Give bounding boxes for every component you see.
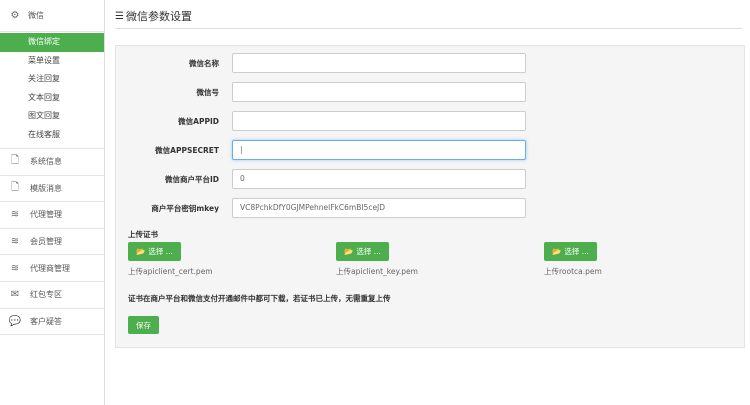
sidebar-item-template-message[interactable]: 🗋 模版消息 xyxy=(0,176,104,203)
upload-key-button[interactable]: 📂 选择 ... xyxy=(336,242,389,261)
sidebar-submenu: 微信绑定 菜单设置 关注回复 文本回复 图文回复 在线客服 xyxy=(0,32,104,149)
button-label: 选择 ... xyxy=(148,247,173,256)
file-icon: 🗋 xyxy=(10,155,20,167)
sidebar-subitem-news-reply[interactable]: 图文回复 xyxy=(0,107,104,126)
button-label: 选择 ... xyxy=(356,247,381,256)
upload-cert-button[interactable]: 📂 选择 ... xyxy=(128,242,181,261)
settings-form: 微信名称 微信号 微信APPID 微信APPSECRET | 微信商户平台ID 0 … xyxy=(115,45,745,348)
sidebar-subitem-bind[interactable]: 微信绑定 xyxy=(0,33,104,52)
folder-open-icon: 📂 xyxy=(552,247,562,256)
sidebar-item-label: 会员管理 xyxy=(30,237,62,247)
wechat-name-input[interactable] xyxy=(232,53,526,73)
merchant-id-input[interactable]: 0 xyxy=(232,169,526,189)
save-button[interactable]: 保存 xyxy=(128,316,159,334)
upload-caption: 上传rootca.pem xyxy=(544,267,602,276)
page-title: ☰ 微信参数设置 xyxy=(115,8,192,24)
list-icon: ☰ xyxy=(115,10,124,22)
sidebar-item-agent-management[interactable]: ≋ 代理管理 xyxy=(0,202,104,229)
sidebar-subitem-menu[interactable]: 菜单设置 xyxy=(0,52,104,71)
file-icon: 🗋 xyxy=(10,181,20,193)
folder-open-icon: 📂 xyxy=(136,247,146,256)
rss-icon: ≋ xyxy=(10,262,20,274)
field-label: 微信名称 xyxy=(189,58,219,68)
wechat-id-input[interactable] xyxy=(232,82,526,102)
sidebar-item-dealer-management[interactable]: ≋ 代理商管理 xyxy=(0,255,104,282)
sidebar-item-label: 代理管理 xyxy=(30,210,62,220)
upload-caption: 上传apiclient_cert.pem xyxy=(128,267,213,276)
sidebar-item-label: 代理商管理 xyxy=(30,263,70,273)
sidebar-group-wechat[interactable]: ⚙ 微信 xyxy=(0,0,104,32)
envelope-icon: ✉ xyxy=(10,289,20,301)
upload-rootca-button[interactable]: 📂 选择 ... xyxy=(544,242,597,261)
sidebar: ⚙ 微信 微信绑定 菜单设置 关注回复 文本回复 图文回复 在线客服 🗋 系统信息… xyxy=(0,0,105,405)
gears-icon: ⚙ xyxy=(10,10,20,21)
field-appid: 微信APPID xyxy=(116,111,526,131)
sidebar-item-customer-qa[interactable]: 💬 客户疑答 xyxy=(0,309,104,336)
field-wechat-id: 微信号 xyxy=(116,82,526,102)
sidebar-group-label: 微信 xyxy=(28,11,44,20)
field-label: 微信号 xyxy=(196,87,220,97)
chat-icon: 💬 xyxy=(8,315,22,327)
sidebar-subitem-online-service[interactable]: 在线客服 xyxy=(0,126,104,145)
sidebar-item-red-packet[interactable]: ✉ 红包专区 xyxy=(0,282,104,309)
button-label: 选择 ... xyxy=(564,247,589,256)
sidebar-subitem-text-reply[interactable]: 文本回复 xyxy=(0,89,104,108)
sidebar-item-label: 红包专区 xyxy=(30,290,62,300)
rss-icon: ≋ xyxy=(10,236,20,248)
rss-icon: ≋ xyxy=(10,209,20,221)
sidebar-subitem-follow-reply[interactable]: 关注回复 xyxy=(0,70,104,89)
main-content: ☰ 微信参数设置 微信名称 微信号 微信APPID 微信APPSECRET | 微… xyxy=(105,0,750,405)
field-merchant-id: 微信商户平台ID 0 xyxy=(116,169,526,189)
mkey-input[interactable]: VC8PchkDfY0GJMPehnelFkC6mBI5ceJD xyxy=(232,198,526,218)
certificate-note: 证书在商户平台和微信支付开通邮件中都可下载，若证书已上传，无需重复上传 xyxy=(128,294,391,303)
sidebar-item-member-management[interactable]: ≋ 会员管理 xyxy=(0,229,104,256)
field-label: 微信APPID xyxy=(178,116,219,126)
sidebar-item-label: 客户疑答 xyxy=(30,316,62,326)
upload-label: 上传证书 xyxy=(128,230,158,239)
divider xyxy=(115,28,742,29)
folder-open-icon: 📂 xyxy=(344,247,354,256)
appid-input[interactable] xyxy=(232,111,526,131)
sidebar-item-system-info[interactable]: 🗋 系统信息 xyxy=(0,149,104,176)
field-appsecret: 微信APPSECRET | xyxy=(116,140,526,160)
field-wechat-name: 微信名称 xyxy=(116,53,526,73)
field-mkey: 商户平台密钥mkey VC8PchkDfY0GJMPehnelFkC6mBI5ce… xyxy=(116,198,526,218)
page-title-text: 微信参数设置 xyxy=(125,10,192,23)
field-label: 商户平台密钥mkey xyxy=(151,203,219,213)
field-label: 微信APPSECRET xyxy=(155,145,219,155)
upload-caption: 上传apiclient_key.pem xyxy=(336,267,418,276)
sidebar-item-label: 模版消息 xyxy=(30,183,62,193)
sidebar-item-label: 系统信息 xyxy=(30,157,62,167)
appsecret-input[interactable]: | xyxy=(232,140,526,160)
field-label: 微信商户平台ID xyxy=(164,174,219,184)
